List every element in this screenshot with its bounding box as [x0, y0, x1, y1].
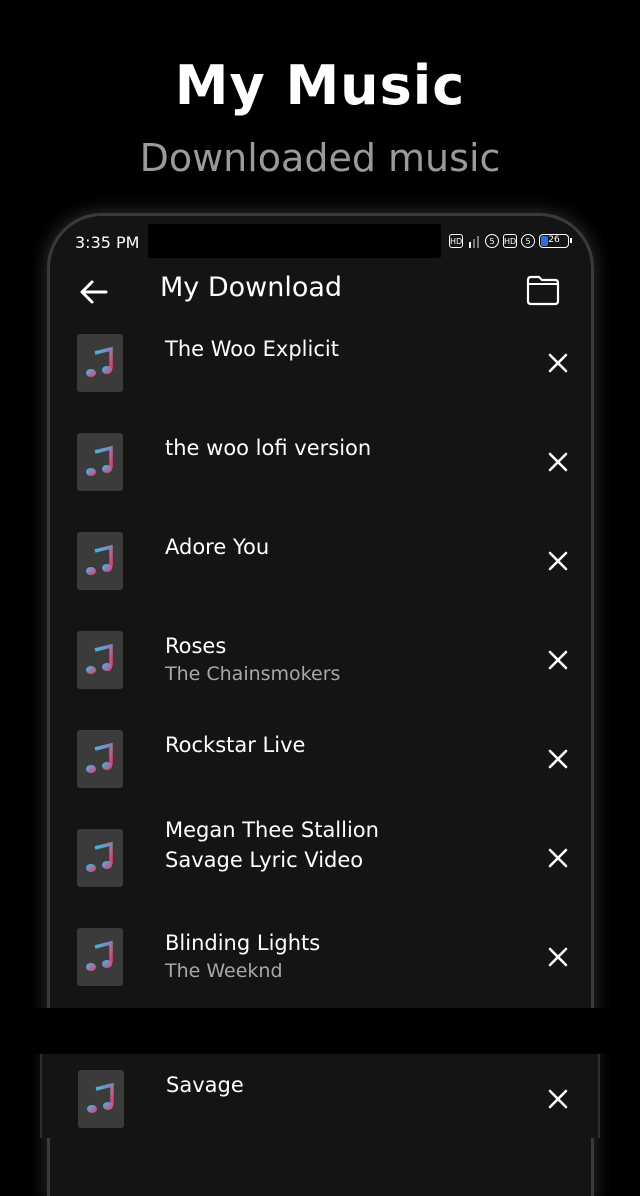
music-note-icon	[86, 841, 113, 872]
app-bar: My Download	[50, 264, 591, 324]
battery-level: 26	[548, 235, 560, 245]
song-title: the woo lofi version	[165, 436, 372, 460]
page-title: My Download	[160, 272, 343, 303]
close-icon[interactable]	[547, 649, 569, 671]
song-title: Adore You	[165, 535, 270, 559]
list-item[interactable]: Savage	[42, 1060, 598, 1159]
close-icon[interactable]	[547, 352, 569, 374]
music-note-icon	[86, 544, 113, 575]
list-item[interactable]: Roses The Chainsmokers	[50, 621, 591, 720]
list-item[interactable]: Rockstar Live	[50, 720, 591, 819]
song-thumbnail	[77, 730, 123, 788]
promo-subtitle: Downloaded music	[139, 136, 501, 180]
music-note-icon	[86, 940, 113, 971]
song-thumbnail	[78, 1070, 124, 1128]
music-note-icon	[86, 346, 113, 377]
song-title: Megan Thee Stallion Savage Lyric Video	[165, 815, 379, 875]
music-note-icon	[87, 1082, 114, 1113]
song-thumbnail	[77, 433, 123, 491]
song-title: The Woo Explicit	[165, 337, 339, 361]
list-item[interactable]: Blinding Lights The Weeknd	[50, 918, 591, 1017]
music-note-icon	[86, 445, 113, 476]
song-title-line1: Megan Thee Stallion	[165, 818, 379, 842]
status-time: 3:35 PM	[75, 233, 140, 252]
song-title: Blinding Lights	[165, 931, 321, 955]
song-thumbnail	[77, 334, 123, 392]
close-icon[interactable]	[547, 451, 569, 473]
list-item[interactable]: Megan Thee Stallion Savage Lyric Video	[50, 818, 591, 918]
song-thumbnail	[77, 928, 123, 986]
folder-icon[interactable]	[525, 274, 561, 306]
song-title: Savage	[166, 1073, 244, 1097]
list-item[interactable]: Adore You	[50, 522, 591, 621]
song-title: Roses	[165, 634, 227, 658]
list-item[interactable]: The Woo Explicit	[50, 324, 591, 423]
lower-screen: Savage	[40, 1054, 600, 1138]
list-item[interactable]: the woo lofi version	[50, 423, 591, 522]
battery-icon: 26	[539, 234, 572, 248]
close-icon[interactable]	[547, 847, 569, 869]
song-thumbnail	[77, 829, 123, 887]
close-icon[interactable]	[547, 1088, 569, 1110]
hd-icon: HD	[449, 234, 463, 248]
song-artist: The Weeknd	[165, 960, 283, 982]
close-icon[interactable]	[547, 748, 569, 770]
arrow-left-icon[interactable]	[76, 274, 112, 310]
screen-divider	[0, 1008, 640, 1054]
song-title-line2: Savage Lyric Video	[165, 848, 364, 872]
promo-title: My Music	[174, 54, 466, 117]
song-thumbnail	[77, 631, 123, 689]
song-thumbnail	[77, 532, 123, 590]
close-icon[interactable]	[547, 550, 569, 572]
status-icons: HD 5 HD 5 26	[449, 234, 572, 248]
signal-icon	[469, 236, 479, 248]
music-note-icon	[86, 742, 113, 773]
song-title: Rockstar Live	[165, 733, 306, 757]
close-icon[interactable]	[547, 946, 569, 968]
status-bar: 3:35 PM HD 5 HD 5 26	[50, 216, 591, 264]
camera-notch	[148, 224, 441, 258]
song-artist: The Chainsmokers	[165, 663, 341, 685]
sim-5g-icon: 5	[485, 234, 499, 248]
music-note-icon	[86, 643, 113, 674]
hd-icon: HD	[503, 234, 517, 248]
sim-5g-icon: 5	[521, 234, 535, 248]
